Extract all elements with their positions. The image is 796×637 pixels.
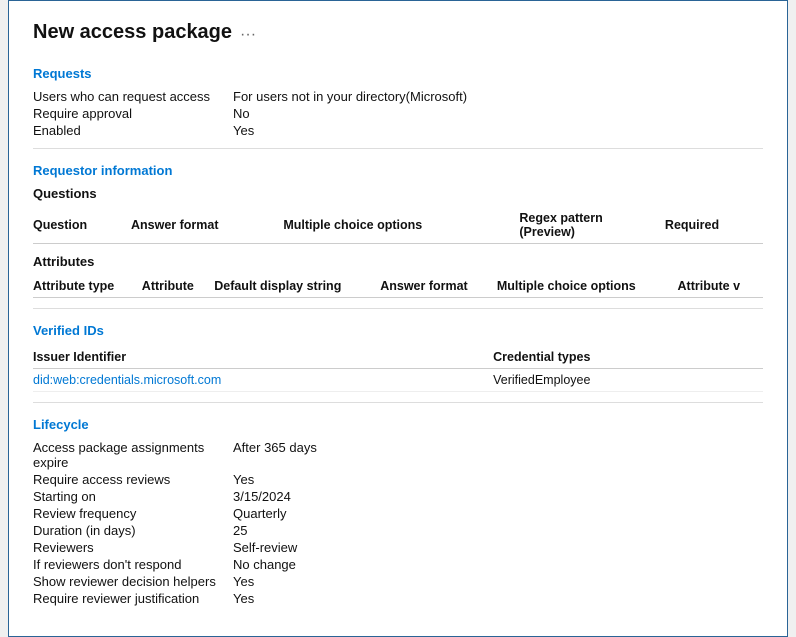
duration-label: Duration (in days) — [33, 523, 233, 538]
credential-value: VerifiedEmployee — [453, 369, 763, 392]
lifecycle-info-grid: Access package assignments expire After … — [33, 440, 763, 606]
no-respond-value: No change — [233, 557, 763, 572]
questions-col-question: Question — [33, 207, 131, 244]
starting-on-label: Starting on — [33, 489, 233, 504]
justification-value: Yes — [233, 591, 763, 606]
attr-col-type: Attribute type — [33, 275, 142, 298]
page-title: New access package — [33, 21, 232, 44]
issuer-value: did:web:credentials.microsoft.com — [33, 369, 453, 392]
require-approval-label: Require approval — [33, 106, 233, 121]
requests-section-title: Requests — [33, 66, 763, 81]
reviewers-value: Self-review — [233, 540, 763, 555]
section-divider-1 — [33, 148, 763, 149]
access-reviews-value: Yes — [233, 472, 763, 487]
require-approval-value: No — [233, 106, 763, 121]
starting-on-value: 3/15/2024 — [233, 489, 763, 504]
decision-helpers-label: Show reviewer decision helpers — [33, 574, 233, 589]
users-request-label: Users who can request access — [33, 89, 233, 104]
attributes-subtitle: Attributes — [33, 254, 763, 269]
attributes-table: Attribute type Attribute Default display… — [33, 275, 763, 298]
verified-ids-section: Verified IDs Issuer Identifier Credentia… — [33, 323, 763, 392]
attr-col-multiple-choice: Multiple choice options — [497, 275, 678, 298]
justification-label: Require reviewer justification — [33, 591, 233, 606]
main-window: New access package ··· Requests Users wh… — [8, 0, 788, 637]
section-divider-3 — [33, 402, 763, 403]
attr-col-answer-format: Answer format — [380, 275, 497, 298]
requests-info-grid: Users who can request access For users n… — [33, 89, 763, 138]
questions-col-multiple-choice: Multiple choice options — [283, 207, 519, 244]
requestor-information-section: Requestor information Questions Question… — [33, 163, 763, 298]
reviewers-label: Reviewers — [33, 540, 233, 555]
review-frequency-value: Quarterly — [233, 506, 763, 521]
access-reviews-label: Require access reviews — [33, 472, 233, 487]
questions-col-answer-format: Answer format — [131, 207, 283, 244]
questions-col-regex: Regex pattern(Preview) — [519, 207, 665, 244]
verified-ids-row: did:web:credentials.microsoft.com Verifi… — [33, 369, 763, 392]
section-divider-2 — [33, 308, 763, 309]
lifecycle-title: Lifecycle — [33, 417, 763, 432]
enabled-value: Yes — [233, 123, 763, 138]
verified-ids-title: Verified IDs — [33, 323, 763, 338]
verified-ids-col-issuer: Issuer Identifier — [33, 346, 453, 369]
lifecycle-section: Lifecycle Access package assignments exp… — [33, 417, 763, 606]
decision-helpers-value: Yes — [233, 574, 763, 589]
questions-table: Question Answer format Multiple choice o… — [33, 207, 763, 244]
issuer-link[interactable]: did:web:credentials.microsoft.com — [33, 373, 221, 387]
attr-col-attribute: Attribute — [142, 275, 214, 298]
questions-col-required: Required — [665, 207, 763, 244]
attr-col-attribute-v: Attribute v — [678, 275, 763, 298]
assignments-expire-value: After 365 days — [233, 440, 763, 470]
verified-ids-table: Issuer Identifier Credential types did:w… — [33, 346, 763, 392]
enabled-label: Enabled — [33, 123, 233, 138]
verified-ids-col-credential: Credential types — [453, 346, 763, 369]
more-options-icon[interactable]: ··· — [240, 26, 256, 44]
questions-subtitle: Questions — [33, 186, 763, 201]
review-frequency-label: Review frequency — [33, 506, 233, 521]
requestor-info-title: Requestor information — [33, 163, 763, 178]
users-request-value: For users not in your directory(Microsof… — [233, 89, 763, 104]
requests-section: Requests Users who can request access Fo… — [33, 66, 763, 138]
attr-col-display-string: Default display string — [214, 275, 380, 298]
assignments-expire-label: Access package assignments expire — [33, 440, 233, 470]
duration-value: 25 — [233, 523, 763, 538]
no-respond-label: If reviewers don't respond — [33, 557, 233, 572]
